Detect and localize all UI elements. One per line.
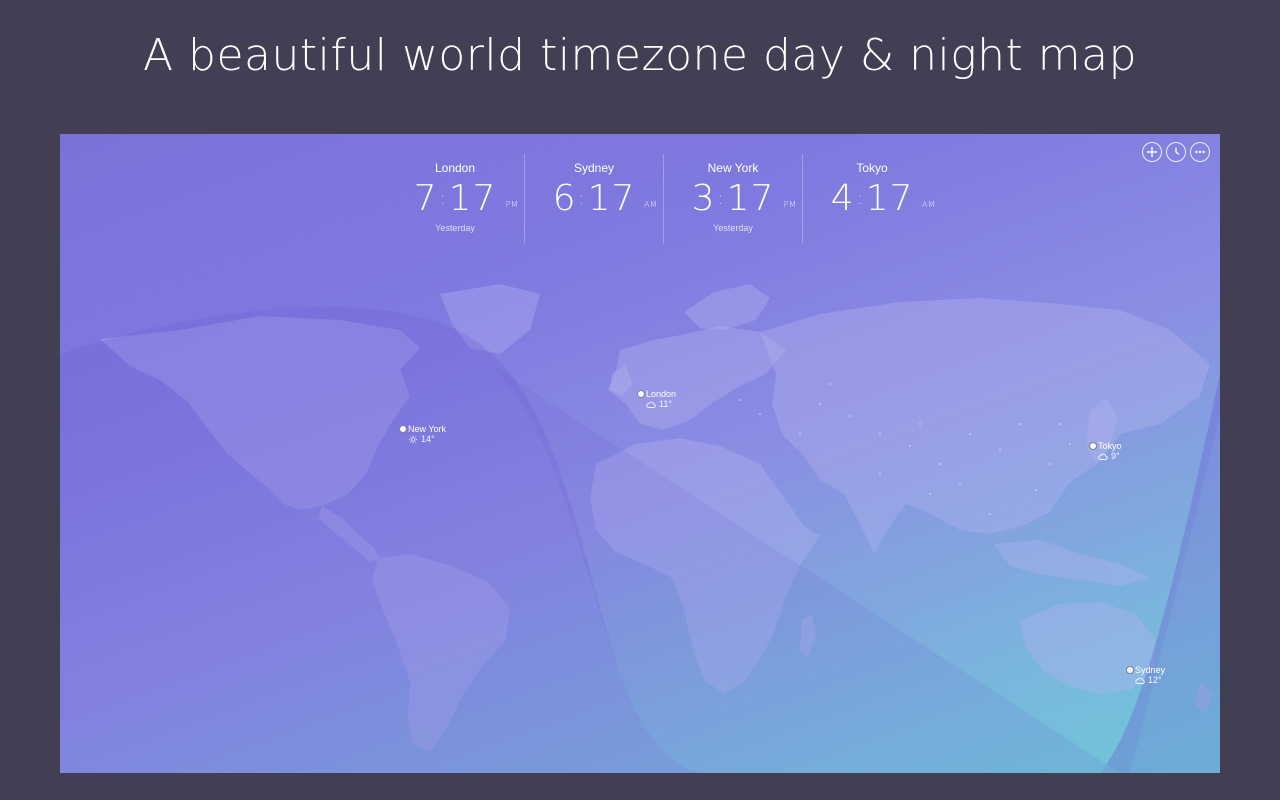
add-icon[interactable] [1142,142,1162,162]
clock-minutes: 17 [587,178,636,219]
pin-temp: 12° [1148,675,1162,685]
pin-city: New York [408,424,447,434]
clock-colon: : [856,188,864,209]
pin-weather: 9° [1098,451,1120,461]
pin-city: Tokyo [1098,441,1122,451]
pin-weather: 12° [1135,675,1162,685]
pin-marker [399,425,407,433]
clock-colon: : [578,188,586,209]
clock-minutes: 17 [448,178,497,219]
cloud-icon [646,401,656,408]
clock-icon[interactable] [1166,142,1186,162]
clock-colon: : [717,188,725,209]
pin-city: London [646,389,677,399]
clock-hours: 4 [830,178,855,219]
clock-tokyo[interactable]: Tokyo 4:17 AM [802,154,941,244]
clock-new-york[interactable]: New York 3:17 PM Yesterday [663,154,802,244]
pin-weather: 14° [408,434,435,444]
cloud-icon [1098,453,1108,460]
clock-ampm: PM [505,200,519,209]
pin-weather: 11° [646,399,672,409]
clock-london[interactable]: London 7:17 PM Yesterday [386,154,524,244]
clock-time: 4:17 AM [830,178,935,219]
clock-hours: 6 [552,178,577,219]
clock-ampm: PM [783,200,797,209]
clock-city: London [434,161,476,175]
clock-sydney[interactable]: Sydney 6:17 AM [524,154,663,244]
pin-marker [637,390,645,398]
pin-city: Sydney [1135,665,1166,675]
pin-temp: 14° [421,434,435,444]
clock-colon: : [439,188,447,209]
clock-minutes: 17 [726,178,775,219]
sun-icon [408,434,418,444]
clock-city: New York [707,161,759,175]
pin-marker [1126,666,1134,674]
pin-temp: 9° [1111,451,1120,461]
clock-time: 7:17 PM [413,178,518,219]
more-icon[interactable] [1190,142,1210,162]
clock-hours: 7 [413,178,438,219]
clock-ampm: AM [644,200,658,209]
world-map-app: London 7:17 PM Yesterday Sydney 6:17 AM … [60,134,1220,773]
clock-city: Tokyo [856,161,888,175]
clock-time: 3:17 PM [691,178,796,219]
clock-minutes: 17 [865,178,914,219]
clock-ampm: AM [922,200,936,209]
clock-time: 6:17 AM [552,178,657,219]
clock-city: Sydney [573,161,615,175]
pin-marker [1089,442,1097,450]
cloud-icon [1135,677,1145,684]
pin-temp: 11° [659,399,672,409]
clock-day: Yesterday [435,223,475,233]
clock-day: Yesterday [713,223,753,233]
toolbar [1142,142,1210,162]
clock-hours: 3 [691,178,716,219]
headline: A beautiful world timezone day & night m… [142,30,1138,81]
clock-strip: London 7:17 PM Yesterday Sydney 6:17 AM … [386,154,941,244]
